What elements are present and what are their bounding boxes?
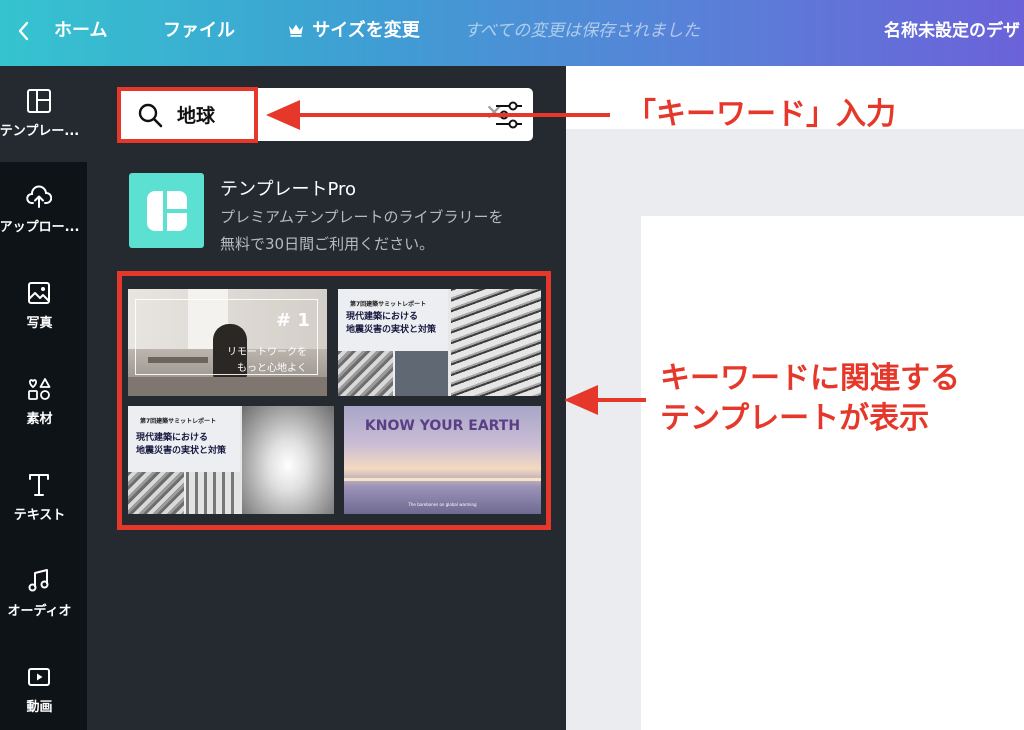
rail-label: 素材 xyxy=(26,412,53,427)
report-title: 現代建築における 地震災害の実状と対策 xyxy=(346,311,436,337)
home-button[interactable]: ホーム xyxy=(54,17,107,45)
photo-floor xyxy=(128,377,327,396)
template-number: # 1 xyxy=(276,310,310,331)
text-icon xyxy=(29,474,49,496)
report-title-line-1: 現代建築における xyxy=(346,312,419,322)
caption-line-2: もっと心地よく xyxy=(237,363,307,374)
rail-item-uploads[interactable]: アップロー... xyxy=(0,162,87,258)
promo-desc-line-1: プレミアムテンプレートのライブラリーを xyxy=(220,208,504,226)
report-photo-a xyxy=(338,351,393,396)
resize-button[interactable]: サイズを変更 xyxy=(288,17,420,45)
report-kicker: 第7回建築サミットレポート xyxy=(140,418,217,425)
promo-description: プレミアムテンプレートのライブラリーを 無料で30日間ご利用ください。 xyxy=(220,204,540,258)
arrow-to-search-icon xyxy=(266,100,610,130)
report-title-line-1: 現代建築における xyxy=(136,433,209,443)
crown-icon xyxy=(288,17,306,45)
rail-item-audio[interactable]: オーディオ xyxy=(0,546,87,642)
report-photo-a xyxy=(128,472,184,514)
save-status: すべての変更は保存されました xyxy=(464,21,701,41)
rail-label: テンプレー... xyxy=(0,124,80,139)
template-caption: リモートワークを もっと心地よく xyxy=(222,345,307,377)
promo-desc-line-2: 無料で30日間ご利用ください。 xyxy=(220,235,435,253)
top-bar: ホーム ファイル サイズを変更 すべての変更は保存されました 名称未設定のデザ xyxy=(0,0,1024,66)
annotation-related-line-2: テンプレートが表示 xyxy=(660,401,930,436)
rail-item-photos[interactable]: 写真 xyxy=(0,258,87,354)
report-photo-main xyxy=(451,289,541,396)
report-photo-b xyxy=(186,472,240,514)
video-icon xyxy=(28,668,50,686)
rail-item-elements[interactable]: 素材 xyxy=(0,354,87,450)
template-icon xyxy=(27,89,51,113)
rail-label: 写真 xyxy=(26,316,53,331)
back-chevron-icon[interactable] xyxy=(16,17,36,45)
rail-label: 動画 xyxy=(26,700,53,715)
template-thumbnail-architecture-report-2[interactable]: 第7回建築サミットレポート 現代建築における 地震災害の実状と対策 xyxy=(128,406,334,514)
file-menu-button[interactable]: ファイル xyxy=(163,17,235,45)
resize-label: サイズを変更 xyxy=(312,20,420,41)
rail-item-templates[interactable]: テンプレー... xyxy=(0,66,87,162)
annotation-related-line-1: キーワードに関連する xyxy=(660,361,960,396)
rail-item-video[interactable]: 動画 xyxy=(0,642,87,730)
template-pro-logo xyxy=(129,173,204,248)
design-canvas[interactable] xyxy=(641,216,1024,730)
photo-icon xyxy=(28,282,50,304)
report-photo-main xyxy=(242,406,334,514)
template-thumbnail-know-your-earth[interactable]: KNOW YOUR EARTH The barebones on global … xyxy=(344,406,541,514)
report-title: 現代建築における 地震災害の実状と対策 xyxy=(136,432,226,458)
report-title-line-2: 地震災害の実状と対策 xyxy=(346,325,437,335)
elements-icon xyxy=(28,378,51,400)
report-photo-b xyxy=(395,351,448,396)
upload-icon xyxy=(26,185,52,208)
earth-template-title: KNOW YOUR EARTH xyxy=(364,418,521,434)
report-title-line-2: 地震災害の実状と対策 xyxy=(136,446,227,456)
report-kicker: 第7回建築サミットレポート xyxy=(350,301,427,308)
arrow-to-results-icon xyxy=(564,385,646,415)
template-thumbnail-remote-work[interactable]: # 1 リモートワークを もっと心地よく xyxy=(128,289,327,396)
template-results-highlight: # 1 リモートワークを もっと心地よく 第7回建築サミットレポート 現代建築に… xyxy=(117,271,551,530)
audio-icon xyxy=(28,569,49,592)
caption-line-1: リモートワークを xyxy=(227,347,307,358)
rail-item-text[interactable]: テキスト xyxy=(0,450,87,546)
template-thumbnail-architecture-report-1[interactable]: 第7回建築サミットレポート 現代建築における 地震災害の実状と対策 xyxy=(338,289,541,396)
rail-label: アップロー... xyxy=(0,220,80,235)
promo-title: テンプレートPro xyxy=(220,179,357,200)
rail-label: オーディオ xyxy=(7,604,72,619)
template-panel: 地球 ✕ テンプレートPro プレミアムテンプレートのライブラリーを 無料で30… xyxy=(87,66,566,730)
search-highlight-box xyxy=(117,87,258,143)
annotation-related: キーワードに関連する テンプレートが表示 xyxy=(660,359,960,439)
earth-template-subtitle: The barebones on global warming xyxy=(408,502,477,507)
rail-label: テキスト xyxy=(13,508,66,523)
design-title[interactable]: 名称未設定のデザ xyxy=(884,17,1020,45)
earth-horizon xyxy=(344,478,541,481)
report-text-panel: 第7回建築サミットレポート 現代建築における 地震災害の実状と対策 xyxy=(338,289,448,396)
report-text-panel: 第7回建築サミットレポート 現代建築における 地震災害の実状と対策 xyxy=(128,406,240,514)
left-rail: テンプレー... アップロー... 写真 素材 テキスト オーディオ 動画 xyxy=(0,66,87,730)
annotation-keyword: 「キーワード」入力 xyxy=(626,97,896,132)
